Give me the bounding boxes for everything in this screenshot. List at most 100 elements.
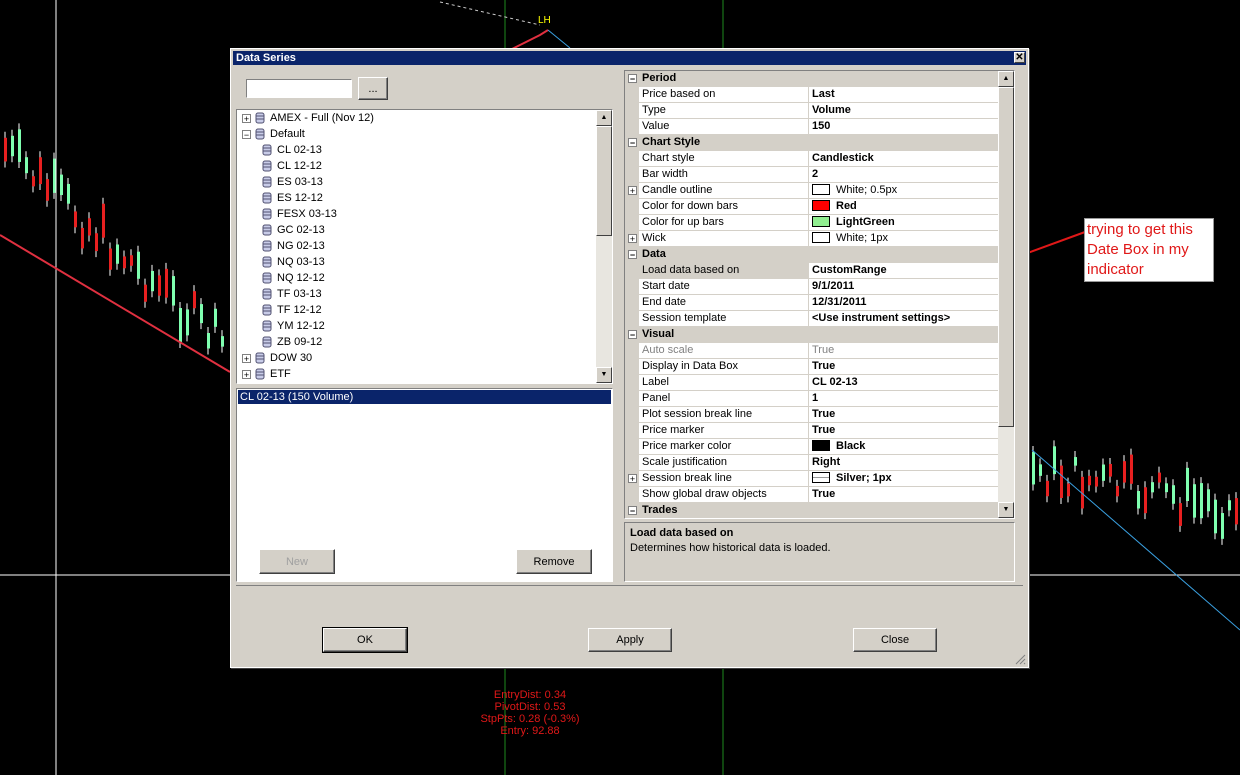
tree-item[interactable]: CL 02-13: [261, 142, 322, 158]
tree-item[interactable]: YM 12-12: [261, 318, 325, 334]
tree-scrollbar[interactable]: ▲ ▼: [596, 110, 612, 383]
property-row[interactable]: Auto scale True: [625, 343, 998, 359]
property-row[interactable]: Price marker True: [625, 423, 998, 439]
property-category[interactable]: − Trades: [625, 503, 998, 518]
property-value[interactable]: White; 0.5px: [809, 183, 998, 199]
scroll-up-icon[interactable]: ▲: [998, 71, 1014, 87]
property-value[interactable]: Red: [809, 199, 998, 215]
property-value[interactable]: Candlestick: [809, 151, 998, 167]
property-category[interactable]: − Data: [625, 247, 998, 263]
resize-grip-icon[interactable]: [1014, 653, 1026, 665]
property-value[interactable]: True: [809, 359, 998, 375]
property-row[interactable]: Plot session break line True: [625, 407, 998, 423]
expand-icon[interactable]: +: [242, 113, 251, 123]
property-row[interactable]: Price marker color Black: [625, 439, 998, 455]
property-row[interactable]: End date 12/31/2011: [625, 295, 998, 311]
tree-item[interactable]: ES 03-13: [261, 174, 323, 190]
ok-button[interactable]: OK: [322, 627, 408, 653]
collapse-icon[interactable]: −: [628, 138, 637, 148]
scroll-down-icon[interactable]: ▼: [596, 367, 612, 383]
property-row[interactable]: + Candle outline White; 0.5px: [625, 183, 998, 199]
property-row[interactable]: Bar width 2: [625, 167, 998, 183]
property-category[interactable]: − Visual: [625, 327, 998, 343]
property-value[interactable]: White; 1px: [809, 231, 998, 247]
property-value[interactable]: CL 02-13: [809, 375, 998, 391]
property-row[interactable]: Value 150: [625, 119, 998, 135]
apply-button[interactable]: Apply: [588, 628, 672, 652]
tree-item[interactable]: TF 12-12: [261, 302, 322, 318]
property-row[interactable]: Chart style Candlestick: [625, 151, 998, 167]
tree-item[interactable]: + ETF: [242, 366, 291, 382]
remove-button[interactable]: Remove: [516, 549, 592, 574]
tree-item[interactable]: GC 02-13: [261, 222, 325, 238]
property-category[interactable]: − Chart Style: [625, 135, 998, 151]
expand-icon[interactable]: +: [242, 369, 251, 379]
scroll-down-icon[interactable]: ▼: [998, 502, 1014, 518]
property-value[interactable]: LightGreen: [809, 215, 998, 231]
tree-item[interactable]: − Default: [242, 126, 305, 142]
property-value[interactable]: 9/1/2011: [809, 279, 998, 295]
property-value[interactable]: True: [809, 343, 998, 359]
close-button[interactable]: Close: [853, 628, 937, 652]
property-row[interactable]: Scale justification Right: [625, 455, 998, 471]
scroll-thumb[interactable]: [596, 126, 612, 236]
tree-item[interactable]: ES 12-12: [261, 190, 323, 206]
tree-item[interactable]: NQ 12-12: [261, 270, 325, 286]
property-row[interactable]: + Session break line Silver; 1px: [625, 471, 998, 487]
tree-item[interactable]: TF 03-13: [261, 286, 322, 302]
expand-icon[interactable]: +: [628, 234, 637, 244]
browse-button[interactable]: ...: [358, 77, 388, 100]
property-value[interactable]: Black: [809, 439, 998, 455]
property-row[interactable]: Label CL 02-13: [625, 375, 998, 391]
property-value[interactable]: Volume: [809, 103, 998, 119]
property-value[interactable]: <Use instrument settings>: [809, 311, 998, 327]
tree-item[interactable]: + DOW 30: [242, 350, 312, 366]
property-row[interactable]: Start date 9/1/2011: [625, 279, 998, 295]
property-row[interactable]: Display in Data Box True: [625, 359, 998, 375]
collapse-icon[interactable]: −: [628, 74, 637, 84]
property-value[interactable]: True: [809, 407, 998, 423]
property-value[interactable]: 2: [809, 167, 998, 183]
tree-item[interactable]: + AMEX - Full (Nov 12): [242, 110, 374, 126]
tree-item[interactable]: NQ 03-13: [261, 254, 325, 270]
collapse-icon[interactable]: −: [628, 330, 637, 340]
property-value[interactable]: 150: [809, 119, 998, 135]
new-button[interactable]: New: [259, 549, 335, 574]
scroll-up-icon[interactable]: ▲: [596, 110, 612, 126]
property-value[interactable]: Right: [809, 455, 998, 471]
expand-icon[interactable]: +: [628, 474, 637, 484]
property-row[interactable]: Load data based on CustomRange: [625, 263, 998, 279]
property-row[interactable]: Session template <Use instrument settings…: [625, 311, 998, 327]
dialog-titlebar[interactable]: Data Series ✕: [233, 51, 1026, 65]
property-row[interactable]: Price based on Last: [625, 87, 998, 103]
property-value[interactable]: 1: [809, 391, 998, 407]
tree-item[interactable]: ZB 09-12: [261, 334, 322, 350]
collapse-icon[interactable]: −: [242, 129, 251, 139]
property-row[interactable]: + Wick White; 1px: [625, 231, 998, 247]
collapse-icon[interactable]: −: [628, 506, 637, 516]
property-value[interactable]: Silver; 1px: [809, 471, 998, 487]
property-value[interactable]: Last: [809, 87, 998, 103]
scroll-thumb[interactable]: [998, 87, 1014, 427]
tree-item[interactable]: CL 12-12: [261, 158, 322, 174]
property-row[interactable]: Type Volume: [625, 103, 998, 119]
expand-icon[interactable]: +: [628, 186, 637, 196]
property-value[interactable]: True: [809, 423, 998, 439]
property-row[interactable]: Color for down bars Red: [625, 199, 998, 215]
property-row[interactable]: Panel 1: [625, 391, 998, 407]
property-value[interactable]: CustomRange: [809, 263, 998, 279]
property-category[interactable]: − Period: [625, 71, 998, 87]
collapse-icon[interactable]: −: [628, 250, 637, 260]
list-item-selected-series[interactable]: CL 02-13 (150 Volume): [238, 390, 611, 404]
property-value[interactable]: True: [809, 487, 998, 503]
instrument-search-input[interactable]: [246, 79, 352, 98]
property-value[interactable]: 12/31/2011: [809, 295, 998, 311]
property-row[interactable]: Show global draw objects True: [625, 487, 998, 503]
close-icon[interactable]: ✕: [1014, 52, 1025, 63]
tree-item[interactable]: FESX 03-13: [261, 206, 337, 222]
tree-item[interactable]: NG 02-13: [261, 238, 325, 254]
expand-icon[interactable]: +: [242, 353, 251, 363]
property-row[interactable]: Color for up bars LightGreen: [625, 215, 998, 231]
grid-scrollbar[interactable]: ▲ ▼: [998, 71, 1014, 518]
instrument-tree[interactable]: + AMEX - Full (Nov 12) − Default CL 02-13 CL …: [236, 109, 613, 384]
